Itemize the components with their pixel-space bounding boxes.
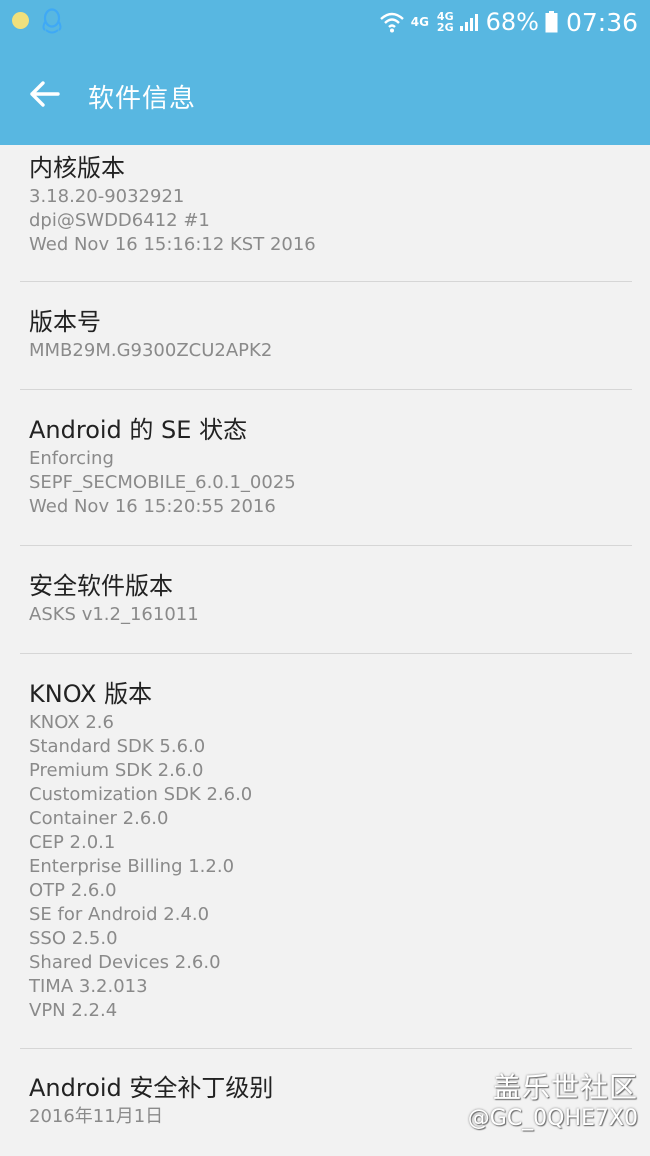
section-line: Shared Devices 2.6.0 [29, 952, 221, 973]
wifi-icon [379, 12, 404, 33]
watermark-brand: 盖乐世社区 [492, 1071, 638, 1104]
notification-dot-icon [12, 12, 29, 29]
divider [20, 389, 632, 390]
watermark-user-id: @GC_0QHE7X0 [467, 1106, 638, 1131]
arrow-left-icon [30, 81, 60, 107]
section-line: Container 2.6.0 [29, 808, 169, 829]
section-security-patch-level: Android 安全补丁级别 2016年11月1日 [0, 1071, 273, 1129]
battery-icon [545, 11, 558, 33]
network-type-bottom: 2G [436, 21, 454, 34]
section-line: 3.18.20-9032921 [29, 186, 185, 207]
section-line: OTP 2.6.0 [29, 880, 117, 901]
section-line: SSO 2.5.0 [29, 928, 118, 949]
app-bar: 4G 4G 2G 68% 07:36 软件信息 [0, 0, 650, 145]
section-title: 内核版本 [29, 154, 125, 182]
section-line: ASKS v1.2_161011 [29, 604, 199, 625]
qq-icon [42, 8, 62, 34]
section-line: SE for Android 2.4.0 [29, 904, 210, 925]
section-line: Wed Nov 16 15:20:55 2016 [29, 496, 276, 517]
section-knox-version: KNOX 版本 KNOX 2.6 Standard SDK 5.6.0 Prem… [0, 677, 252, 1023]
section-line: TIMA 3.2.013 [29, 976, 148, 997]
battery-percent: 68% [485, 8, 539, 36]
section-line: CEP 2.0.1 [29, 832, 116, 853]
clock: 07:36 [565, 7, 638, 37]
section-title: Android 安全补丁级别 [29, 1074, 274, 1102]
section-kernel-version: 内核版本 3.18.20-9032921 dpi@SWDD6412 #1 Wed… [0, 145, 650, 279]
section-line: Premium SDK 2.6.0 [29, 760, 204, 781]
section-build-number: 版本号 MMB29M.G9300ZCU2APK2 [0, 305, 272, 363]
network-type-label: 4G [410, 15, 429, 29]
section-line: KNOX 2.6 [29, 712, 114, 733]
section-line: SEPF_SECMOBILE_6.0.1_0025 [29, 472, 296, 493]
section-line: Customization SDK 2.6.0 [29, 784, 253, 805]
status-icons: 4G 4G 2G 68% 07:36 [379, 6, 638, 38]
section-title: Android 的 SE 状态 [29, 416, 248, 444]
section-title: 版本号 [29, 308, 101, 336]
page-title: 软件信息 [88, 84, 197, 114]
section-line: 2016年11月1日 [29, 1106, 164, 1127]
back-button[interactable] [22, 72, 66, 116]
section-se-status: Android 的 SE 状态 Enforcing SEPF_SECMOBILE… [0, 413, 296, 519]
software-info-list: 内核版本 3.18.20-9032921 dpi@SWDD6412 #1 Wed… [0, 145, 650, 1127]
section-title: KNOX 版本 [29, 680, 153, 708]
network-type-dual: 4G 2G [437, 11, 454, 33]
section-line: MMB29M.G9300ZCU2APK2 [29, 340, 273, 361]
section-line: VPN 2.2.4 [29, 1000, 118, 1021]
divider [20, 281, 632, 282]
section-title: 安全软件版本 [29, 572, 173, 600]
section-line: Enforcing [29, 448, 114, 469]
signal-icon [459, 14, 478, 31]
section-line: Enterprise Billing 1.2.0 [29, 856, 235, 877]
divider [20, 1048, 632, 1049]
section-security-software-version: 安全软件版本 ASKS v1.2_161011 [0, 569, 199, 627]
section-line: Wed Nov 16 15:16:12 KST 2016 [29, 234, 316, 255]
divider [20, 653, 632, 654]
status-bar: 4G 4G 2G 68% 07:36 [0, 0, 650, 44]
section-line: Standard SDK 5.6.0 [29, 736, 206, 757]
divider [20, 545, 632, 546]
section-line: dpi@SWDD6412 #1 [29, 210, 210, 231]
